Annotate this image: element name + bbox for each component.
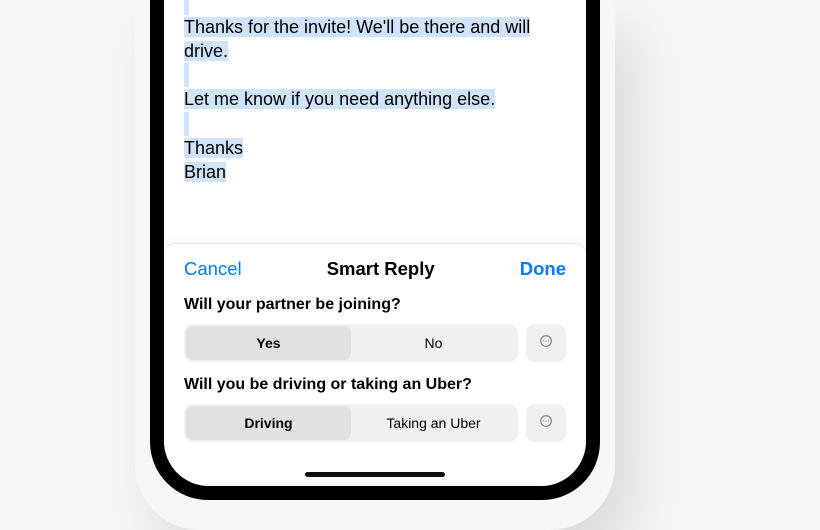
- smart-reply-sheet: Cancel Smart Reply Done Will your partne…: [164, 243, 586, 486]
- question-1: Will your partner be joining? Yes No: [164, 292, 586, 372]
- sheet-title: Smart Reply: [327, 258, 435, 280]
- compose-name: Brian: [184, 162, 226, 182]
- ellipsis-icon: [538, 413, 554, 434]
- compose-body-1: Thanks for the invite! We'll be there an…: [184, 17, 530, 61]
- cancel-button[interactable]: Cancel: [184, 258, 242, 280]
- question-2-options: Driving Taking an Uber: [184, 404, 518, 442]
- q2-more-button[interactable]: [526, 404, 566, 442]
- q1-option-no[interactable]: No: [351, 326, 516, 360]
- ellipsis-icon: [538, 333, 554, 354]
- question-1-options: Yes No: [184, 324, 518, 362]
- q2-option-uber[interactable]: Taking an Uber: [351, 406, 516, 440]
- question-2-prompt: Will you be driving or taking an Uber?: [184, 376, 566, 394]
- home-indicator[interactable]: [305, 472, 445, 477]
- q1-more-button[interactable]: [526, 324, 566, 362]
- q2-option-driving[interactable]: Driving: [186, 406, 351, 440]
- compose-body-2: Let me know if you need anything else.: [184, 89, 495, 109]
- q1-option-yes[interactable]: Yes: [186, 326, 351, 360]
- question-1-prompt: Will your partner be joining?: [184, 296, 566, 314]
- sheet-header: Cancel Smart Reply Done: [164, 244, 586, 292]
- email-compose-body[interactable]: Hi Jasmine Thanks for the invite! We'll …: [164, 0, 586, 243]
- compose-signoff: Thanks: [184, 138, 243, 158]
- phone-screen: Hi Jasmine Thanks for the invite! We'll …: [164, 0, 586, 486]
- question-2: Will you be driving or taking an Uber? D…: [164, 372, 586, 452]
- done-button[interactable]: Done: [520, 258, 566, 280]
- phone-frame: Hi Jasmine Thanks for the invite! We'll …: [150, 0, 600, 500]
